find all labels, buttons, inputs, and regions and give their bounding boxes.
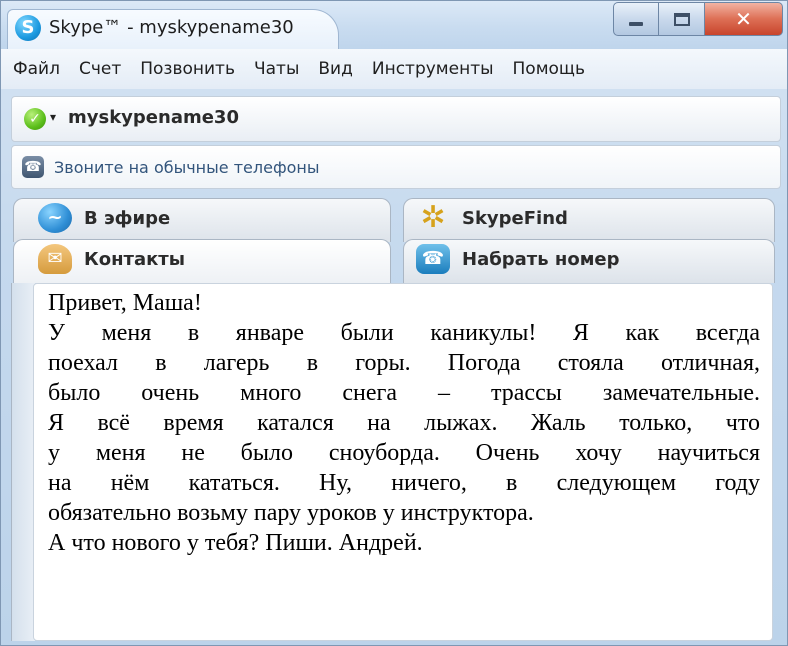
tab-contacts-label: Контакты bbox=[84, 249, 186, 270]
contacts-icon: ✉ bbox=[38, 244, 72, 274]
message-closing: А что нового у тебя? Пиши. Андрей. bbox=[48, 530, 423, 556]
menu-item-account[interactable]: Счет bbox=[79, 59, 121, 79]
dial-icon: ☎ bbox=[416, 244, 450, 274]
maximize-button[interactable] bbox=[659, 2, 705, 36]
tab-dial-label: Набрать номер bbox=[462, 249, 620, 270]
menu-item-call[interactable]: Позвонить bbox=[140, 59, 235, 79]
close-button[interactable]: ✕ bbox=[705, 2, 783, 36]
message-line: поехал в лагерь в горы. Погода стояла от… bbox=[48, 350, 760, 376]
menu-item-file[interactable]: Файл bbox=[13, 59, 60, 79]
maximize-icon bbox=[673, 12, 690, 26]
online-icon: ~ bbox=[38, 203, 72, 233]
message-line: обязательно возьму пару уроков у инструк… bbox=[48, 500, 534, 526]
status-dropdown-icon[interactable]: ▾ bbox=[50, 110, 56, 124]
minimize-button[interactable] bbox=[613, 2, 659, 36]
message-line: на нём кататься. Ну, ничего, в следующем… bbox=[48, 470, 760, 496]
tab-online[interactable]: ~ В эфире bbox=[13, 198, 391, 242]
message-line: было очень много снега – трассы замечате… bbox=[48, 380, 760, 406]
account-bar[interactable]: ✓ ▾ myskypename30 bbox=[11, 96, 781, 142]
call-phones-link[interactable]: Звоните на обычные телефоны bbox=[54, 158, 320, 177]
message-greeting: Привет, Маша! bbox=[48, 290, 202, 316]
skypefind-icon: ✲ bbox=[420, 200, 446, 235]
close-icon: ✕ bbox=[735, 7, 752, 31]
tab-skypefind[interactable]: ✲ SkypeFind bbox=[403, 198, 775, 242]
tab-dial[interactable]: ☎ Набрать номер bbox=[403, 239, 775, 283]
caption-buttons: ✕ bbox=[613, 2, 783, 36]
online-status-icon[interactable]: ✓ bbox=[24, 108, 46, 130]
title-bar[interactable]: S Skype™ - myskypename30 ✕ bbox=[1, 1, 787, 49]
call-phones-bar[interactable]: ☎ Звоните на обычные телефоны bbox=[11, 145, 781, 189]
window-title: Skype™ - myskypename30 bbox=[49, 17, 294, 38]
skype-logo-icon[interactable]: S bbox=[15, 15, 41, 41]
phone-icon: ☎ bbox=[22, 156, 44, 178]
panel-left-edge bbox=[11, 283, 35, 641]
tab-contacts[interactable]: ✉ Контакты bbox=[13, 239, 391, 283]
account-name: myskypename30 bbox=[68, 107, 239, 128]
tab-online-label: В эфире bbox=[84, 208, 171, 229]
menu-item-tools[interactable]: Инструменты bbox=[372, 59, 494, 79]
skype-window: S Skype™ - myskypename30 ✕ Файл Счет Поз… bbox=[0, 0, 788, 646]
menu-item-chats[interactable]: Чаты bbox=[254, 59, 299, 79]
message-line: у меня не было сноуборда. Очень хочу нау… bbox=[48, 440, 760, 466]
menu-bar: Файл Счет Позвонить Чаты Вид Инструменты… bbox=[1, 49, 787, 89]
menu-item-view[interactable]: Вид bbox=[318, 59, 352, 79]
tab-skypefind-label: SkypeFind bbox=[462, 208, 568, 229]
minimize-icon bbox=[629, 22, 643, 26]
message-line: У меня в январе были каникулы! Я как все… bbox=[48, 320, 760, 346]
message-panel: Привет, Маша! У меня в январе были каник… bbox=[33, 283, 773, 641]
message-line: Я всё время катался на лыжах. Жаль тольк… bbox=[48, 410, 760, 436]
menu-item-help[interactable]: Помощь bbox=[513, 59, 585, 79]
